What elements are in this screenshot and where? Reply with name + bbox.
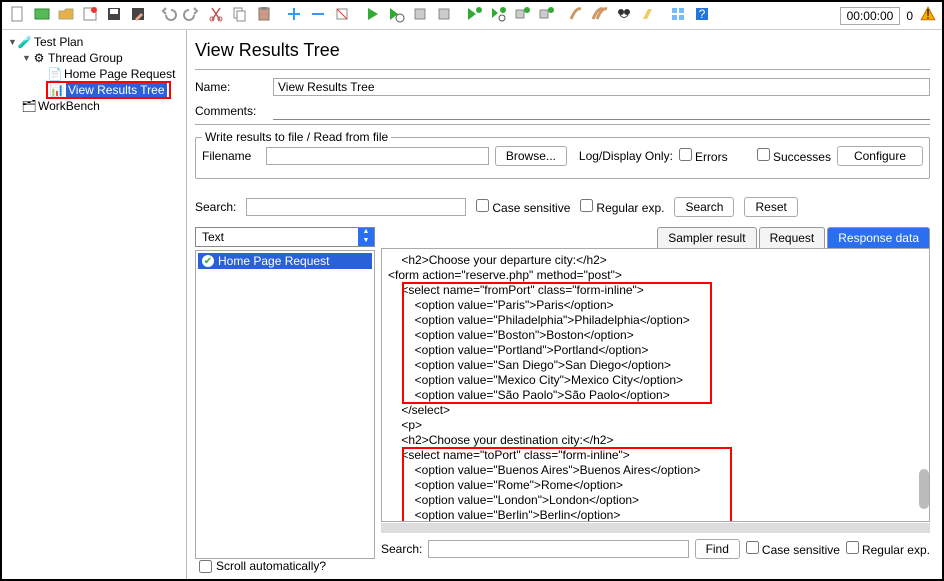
browse-button[interactable]: Browse... — [495, 146, 567, 166]
remote-start-notimer-icon[interactable] — [487, 3, 509, 28]
response-search-field[interactable] — [428, 540, 688, 558]
copy-icon[interactable] — [229, 3, 251, 28]
highlighted-tree-item: 📊 View Results Tree — [46, 81, 171, 99]
tree-search-field[interactable] — [246, 198, 466, 216]
clear-all-icon[interactable] — [589, 3, 611, 28]
response-search-label: Search: — [381, 542, 422, 556]
remote-shutdown-icon[interactable] — [535, 3, 557, 28]
successes-check[interactable]: Successes — [757, 148, 831, 164]
toggle-icon[interactable] — [331, 3, 353, 28]
search-label: Search: — [195, 200, 236, 214]
function-helper-icon[interactable] — [667, 3, 689, 28]
clear-icon[interactable] — [565, 3, 587, 28]
tab-response-data[interactable]: Response data — [827, 227, 930, 248]
regex-check[interactable]: Regular exp. — [580, 199, 664, 215]
scroll-auto-check[interactable] — [199, 560, 212, 573]
highlight-from-port — [402, 282, 712, 404]
tree-view-results[interactable]: View Results Tree — [66, 83, 167, 97]
main-toolbar: ? 00:00:00 0 ! — [2, 2, 942, 30]
save-as-icon[interactable] — [127, 3, 149, 28]
tab-sampler-result[interactable]: Sampler result — [657, 227, 756, 248]
sampler-icon: 📄 — [48, 67, 62, 81]
filename-label: Filename — [202, 149, 260, 163]
run-notimer-icon[interactable] — [385, 3, 407, 28]
reset-search-icon[interactable] — [637, 3, 659, 28]
svg-text:!: ! — [926, 7, 930, 22]
threadgroup-icon: ⚙ — [32, 51, 46, 65]
new-file-icon[interactable] — [7, 3, 29, 28]
file-fieldset: Write results to file / Read from file F… — [195, 137, 930, 179]
listener-icon: 📊 — [50, 83, 64, 97]
panel-title: View Results Tree — [195, 40, 930, 70]
test-plan-tree[interactable]: ▼🧪Test Plan ▼⚙Thread Group 📄Home Page Re… — [2, 30, 187, 579]
stop-icon[interactable] — [409, 3, 431, 28]
svg-text:?: ? — [699, 7, 706, 21]
testplan-icon: 🧪 — [18, 35, 32, 49]
expand-icon[interactable] — [283, 3, 305, 28]
scrollbar-vertical[interactable] — [919, 469, 929, 509]
reset-button[interactable]: Reset — [744, 197, 797, 217]
timer-display: 00:00:00 0 ! — [840, 5, 937, 26]
remote-stop-icon[interactable] — [511, 3, 533, 28]
resp-regex-check[interactable]: Regular exp. — [846, 541, 930, 557]
templates-icon[interactable] — [31, 3, 53, 28]
errors-check[interactable]: Errors — [679, 148, 751, 164]
success-icon: ✔ — [202, 255, 214, 267]
fieldset-legend: Write results to file / Read from file — [202, 130, 391, 144]
run-icon[interactable] — [361, 3, 383, 28]
comments-field[interactable] — [273, 102, 930, 120]
filename-field[interactable] — [266, 147, 489, 165]
name-field[interactable] — [273, 78, 930, 96]
help-icon[interactable]: ? — [691, 3, 713, 28]
redo-icon[interactable] — [181, 3, 203, 28]
collapse-icon[interactable] — [307, 3, 329, 28]
comments-label: Comments: — [195, 104, 267, 118]
tree-request[interactable]: Home Page Request — [64, 67, 175, 81]
scroll-auto-label: Scroll automatically? — [216, 559, 326, 573]
tree-threadgroup[interactable]: Thread Group — [48, 51, 123, 65]
samples-list[interactable]: ✔ Home Page Request — [195, 250, 375, 559]
find-button[interactable]: Find — [695, 539, 740, 559]
sample-result-item[interactable]: ✔ Home Page Request — [198, 253, 372, 269]
workbench-icon: 🗂 — [22, 99, 36, 113]
undo-icon[interactable] — [157, 3, 179, 28]
logdisplay-label: Log/Display Only: — [579, 149, 673, 163]
configure-button[interactable]: Configure — [837, 146, 923, 166]
render-dropdown[interactable]: Text ▲▼ — [195, 227, 375, 247]
tab-request[interactable]: Request — [759, 227, 826, 248]
close-icon[interactable] — [79, 3, 101, 28]
cut-icon[interactable] — [205, 3, 227, 28]
save-icon[interactable] — [103, 3, 125, 28]
tree-root[interactable]: Test Plan — [34, 35, 83, 49]
remote-start-icon[interactable] — [463, 3, 485, 28]
search-button[interactable]: Search — [674, 197, 734, 217]
scrollbar-horizontal[interactable] — [381, 523, 930, 533]
tree-workbench[interactable]: WorkBench — [38, 99, 100, 113]
highlight-to-port — [402, 447, 732, 522]
paste-icon[interactable] — [253, 3, 275, 28]
open-icon[interactable] — [55, 3, 77, 28]
case-sensitive-check[interactable]: Case sensitive — [476, 199, 570, 215]
shutdown-icon[interactable] — [433, 3, 455, 28]
warning-icon: ! — [919, 5, 937, 26]
name-label: Name: — [195, 80, 267, 94]
response-body[interactable]: <h2>Choose your departure city:</h2> <fo… — [381, 248, 930, 522]
search-tree-icon[interactable] — [613, 3, 635, 28]
resp-case-check[interactable]: Case sensitive — [746, 541, 840, 557]
